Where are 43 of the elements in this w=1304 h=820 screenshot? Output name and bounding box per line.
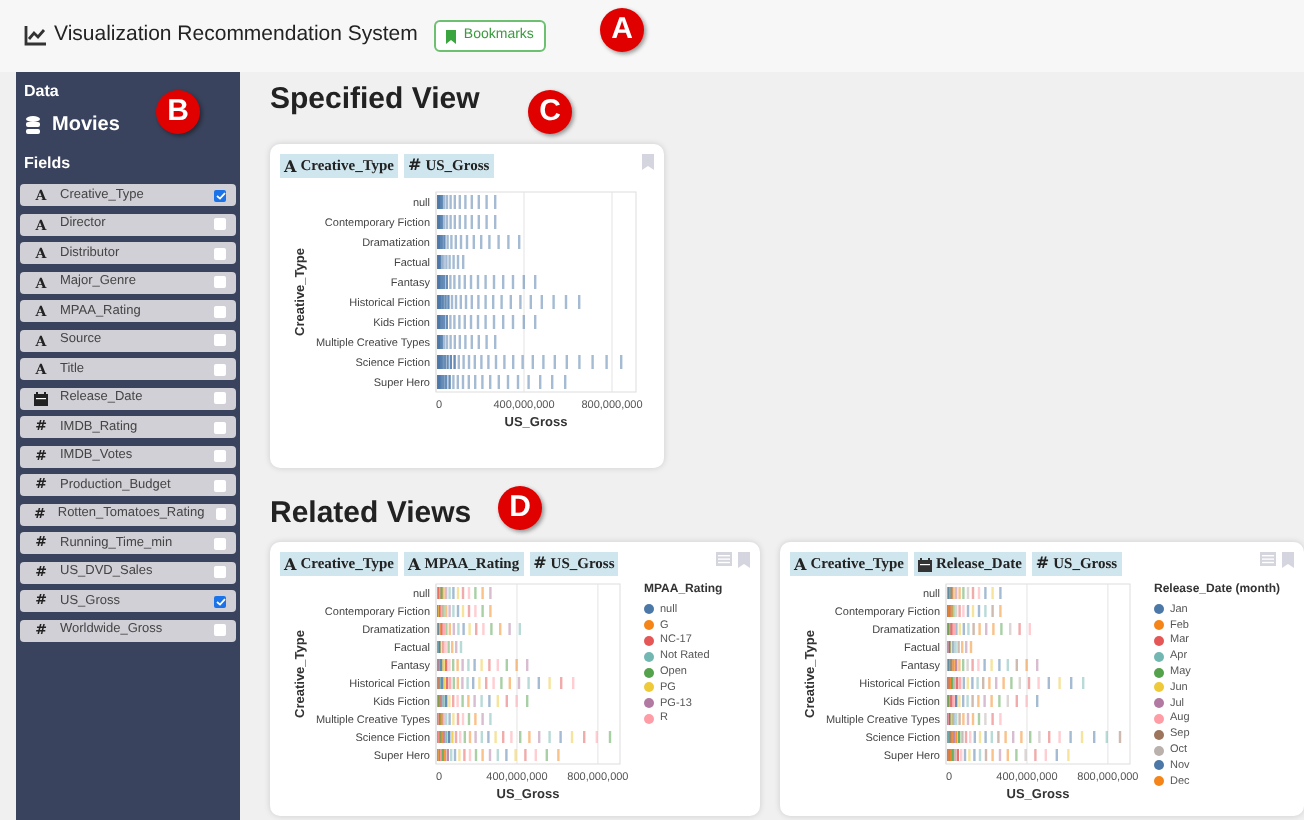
database-icon (26, 116, 40, 134)
checkmark-icon (215, 597, 225, 605)
section-heading: Related Views (270, 493, 472, 533)
field-checkbox[interactable] (214, 421, 226, 433)
checkmark-icon (215, 191, 225, 199)
field-checkbox[interactable] (214, 566, 226, 578)
field-checkbox[interactable] (214, 305, 226, 317)
text-type-icon: A (794, 556, 807, 572)
field-checkbox[interactable] (214, 450, 226, 462)
list-icon[interactable] (716, 552, 732, 566)
number-type-icon: # (1035, 556, 1050, 572)
app-title: Visualization Recommendation System (54, 20, 418, 51)
text-type-icon: A (284, 157, 297, 173)
calendar-icon (918, 557, 933, 571)
field-checkbox[interactable] (214, 537, 226, 549)
number-type-icon: # (533, 556, 547, 572)
field-checkbox[interactable] (214, 595, 226, 607)
calendar-icon (34, 391, 48, 405)
dataset-name: Movies (52, 112, 120, 140)
field-checkbox[interactable] (214, 247, 226, 259)
field-checkbox[interactable] (214, 363, 226, 375)
number-type-icon: # (408, 157, 422, 173)
fields-label: Fields (22, 152, 73, 176)
annotation-marker: D (498, 486, 542, 530)
text-type-icon: A (408, 556, 421, 572)
bookmark-icon[interactable] (642, 153, 654, 169)
bookmark-icon[interactable] (738, 552, 750, 568)
field-checkbox[interactable] (214, 479, 226, 491)
field-checkbox[interactable] (214, 624, 226, 636)
field-checkbox[interactable] (214, 189, 226, 201)
bookmark-icon (445, 29, 456, 43)
bookmark-icon[interactable] (1282, 552, 1294, 568)
field-checkbox[interactable] (214, 276, 226, 288)
section-heading: Specified View (270, 80, 480, 120)
field-checkbox[interactable] (214, 218, 226, 230)
line-chart-icon (24, 26, 46, 46)
text-type-icon: A (284, 556, 297, 572)
list-icon[interactable] (1260, 552, 1276, 566)
field-checkbox[interactable] (214, 334, 226, 346)
field-checkbox[interactable] (216, 508, 226, 520)
annotation-marker: C (528, 90, 572, 134)
data-label: Data (22, 80, 61, 104)
field-checkbox[interactable] (214, 392, 226, 404)
